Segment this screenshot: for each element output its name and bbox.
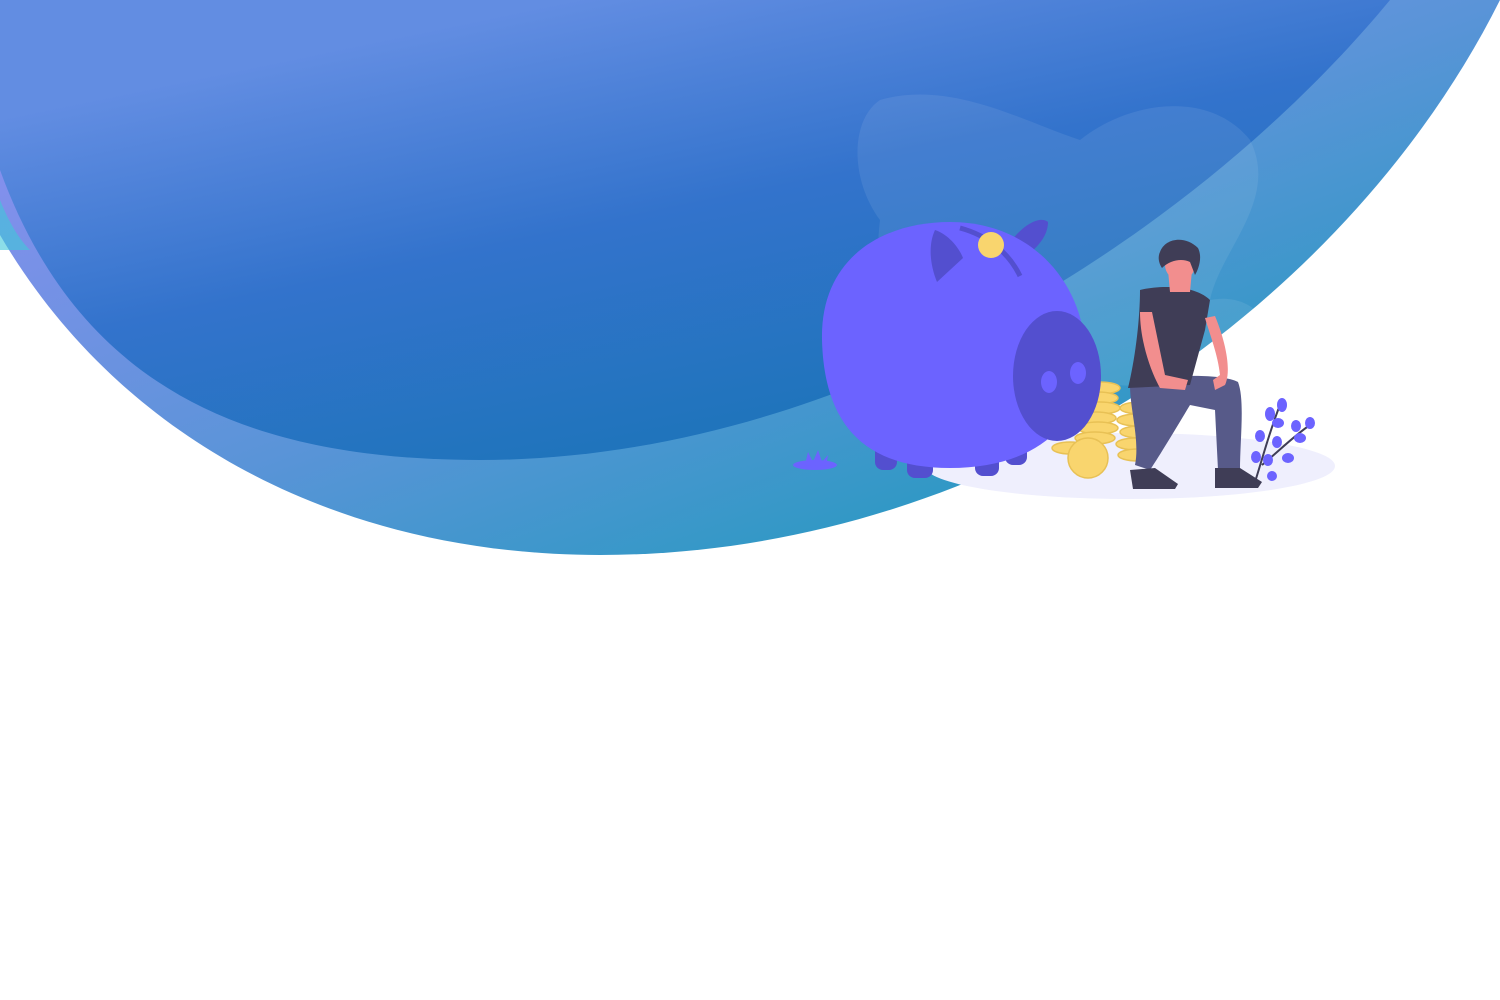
pig-snout: [1013, 311, 1101, 441]
coin-icon: [978, 232, 1004, 258]
hero-background: [0, 0, 1500, 555]
